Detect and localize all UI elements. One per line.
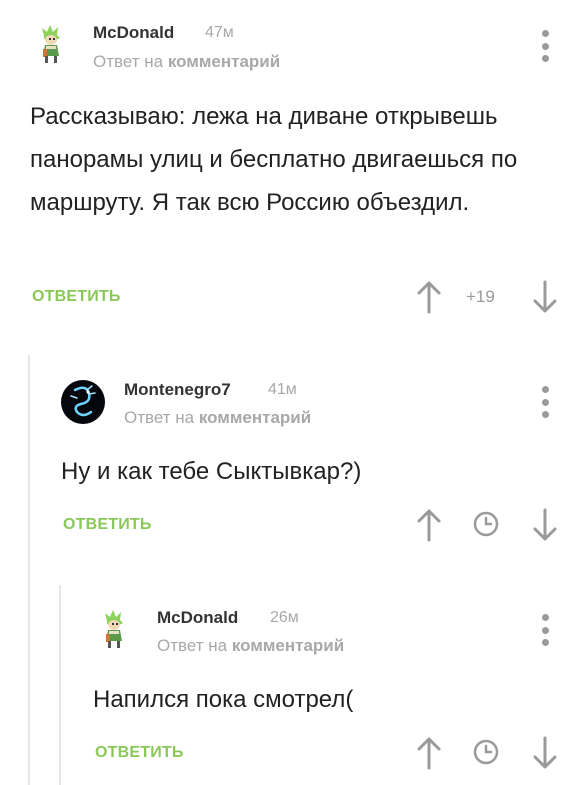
glowing-dragon-avatar-icon [61,380,105,424]
reply-target-link[interactable]: комментарий [168,52,280,71]
avatar[interactable] [93,607,137,651]
comment-time: 26м [270,609,299,626]
more-options-icon[interactable] [538,614,552,646]
thread-line-level-2 [59,585,61,785]
comment-time: 41м [268,381,297,398]
reply-target-link[interactable]: комментарий [199,408,311,427]
upvote-arrow-icon[interactable] [416,736,442,770]
clock-icon [473,739,499,765]
reply-target-link[interactable]: комментарий [232,636,344,655]
reply-button[interactable]: ОТВЕТИТЬ [95,744,184,762]
username[interactable]: McDonald [157,608,238,628]
comment-text: Напился пока смотрел( [93,686,354,713]
username[interactable]: McDonald [93,23,174,43]
avatar[interactable] [30,22,74,66]
more-options-icon[interactable] [538,386,552,418]
reply-to-line: Ответ на комментарий [157,636,344,656]
thread-line-level-1 [28,355,30,785]
upvote-arrow-icon[interactable] [416,508,442,542]
username[interactable]: Montenegro7 [124,380,231,400]
upvote-arrow-icon[interactable] [416,280,442,314]
more-options-icon[interactable] [538,30,552,62]
reply-button[interactable]: ОТВЕТИТЬ [63,516,152,534]
reply-prefix: Ответ на [93,52,164,71]
anime-character-avatar-icon [42,25,60,63]
rating-count: +19 [466,287,495,306]
comment-text: Ну и как тебе Сыктывкар?) [61,458,362,485]
comment-time: 47м [205,24,234,41]
clock-icon [473,511,499,537]
reply-to-line: Ответ на комментарий [124,408,311,428]
reply-to-line: Ответ на комментарий [93,52,280,72]
reply-button[interactable]: ОТВЕТИТЬ [32,288,121,306]
comment-text: Рассказываю: лежа на диване открывешь па… [30,103,518,216]
downvote-arrow-icon[interactable] [532,508,558,542]
reply-prefix: Ответ на [157,636,228,655]
avatar[interactable] [61,380,105,424]
anime-character-avatar-icon [105,610,123,648]
downvote-arrow-icon[interactable] [532,736,558,770]
reply-prefix: Ответ на [124,408,195,427]
downvote-arrow-icon[interactable] [532,280,558,314]
